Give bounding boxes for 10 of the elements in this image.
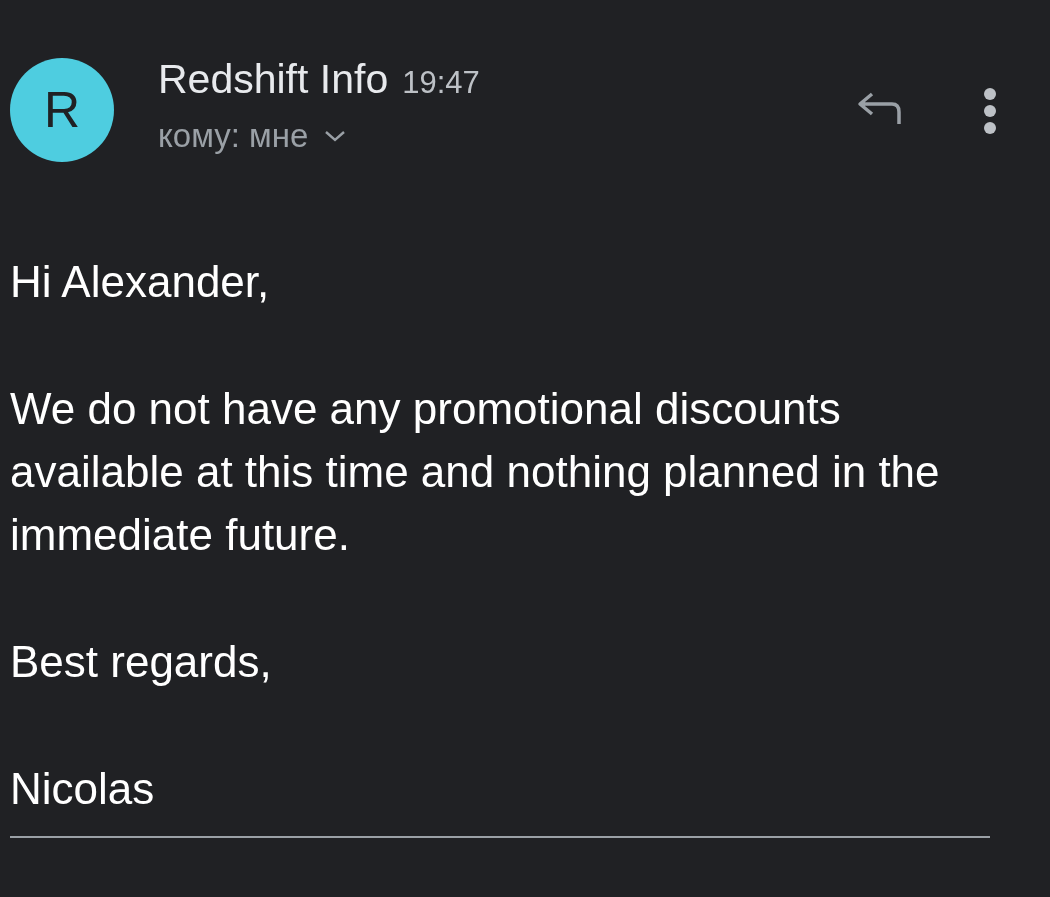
message-paragraph: Nicolas: [10, 763, 156, 815]
sender-avatar: R: [10, 58, 114, 162]
sender-name: Redshift Info: [158, 56, 389, 103]
more-options-button[interactable]: [982, 86, 998, 136]
message-paragraph: Best regards,: [10, 636, 273, 688]
message-paragraph: Hi Alexander,: [10, 256, 271, 308]
message-time: 19:47: [402, 65, 480, 101]
chevron-down-icon: [324, 129, 347, 143]
recipient-toggle[interactable]: кому: мне: [158, 117, 347, 155]
message-paragraph: We do not have any promotional discounts available at this time and nothing planned in the immediate future.: [10, 383, 941, 561]
